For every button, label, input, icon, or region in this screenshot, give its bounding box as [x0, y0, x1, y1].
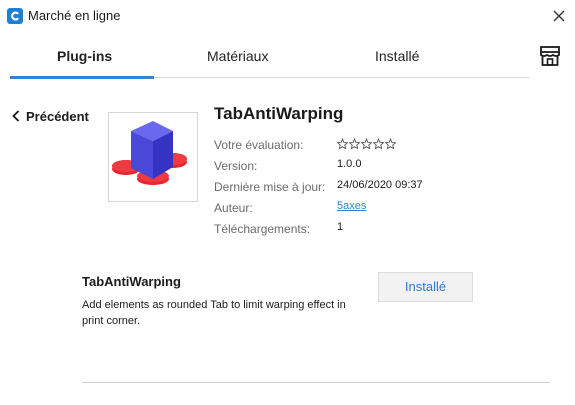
title-bar: Marché en ligne [0, 0, 575, 32]
last-updated-value: 24/06/2020 09:37 [337, 179, 423, 191]
version-label: Version: [214, 159, 258, 173]
chevron-left-icon [12, 110, 20, 122]
author-link[interactable]: 5axes [337, 200, 366, 212]
star-outline-icon[interactable] [336, 137, 349, 150]
app-logo-icon [7, 8, 23, 24]
plugin-thumbnail [108, 112, 198, 202]
window-title: Marché en ligne [28, 8, 121, 23]
description-title: TabAntiWarping [82, 274, 181, 289]
active-tab-indicator [10, 76, 154, 79]
downloads-label: Téléchargements: [214, 222, 311, 236]
back-label: Précédent [26, 109, 89, 124]
rating-label: Votre évaluation: [214, 138, 304, 152]
star-outline-icon[interactable] [360, 137, 373, 150]
tab-bar: Plug-ins Matériaux Installé [0, 32, 575, 80]
downloads-value: 1 [337, 221, 344, 233]
tab-installed[interactable]: Installé [375, 48, 419, 64]
section-divider [82, 382, 550, 383]
cube-tabs-icon [112, 121, 187, 185]
installed-button[interactable]: Installé [378, 272, 473, 302]
tab-bar-divider [154, 77, 529, 78]
tab-materials[interactable]: Matériaux [207, 48, 268, 64]
last-updated-label: Dernière mise à jour: [214, 180, 326, 194]
back-button[interactable]: Précédent [12, 109, 89, 124]
star-outline-icon[interactable] [384, 137, 397, 150]
tab-plugins[interactable]: Plug-ins [57, 48, 112, 64]
close-icon[interactable] [549, 6, 569, 26]
star-outline-icon[interactable] [372, 137, 385, 150]
rating-stars[interactable] [336, 137, 397, 150]
plugin-title: TabAntiWarping [214, 104, 344, 123]
version-value: 1.0.0 [337, 158, 362, 170]
description-text: Add elements as rounded Tab to limit war… [82, 299, 346, 327]
author-label: Auteur: [214, 201, 253, 215]
star-outline-icon[interactable] [348, 137, 361, 150]
storefront-icon[interactable] [538, 44, 562, 68]
